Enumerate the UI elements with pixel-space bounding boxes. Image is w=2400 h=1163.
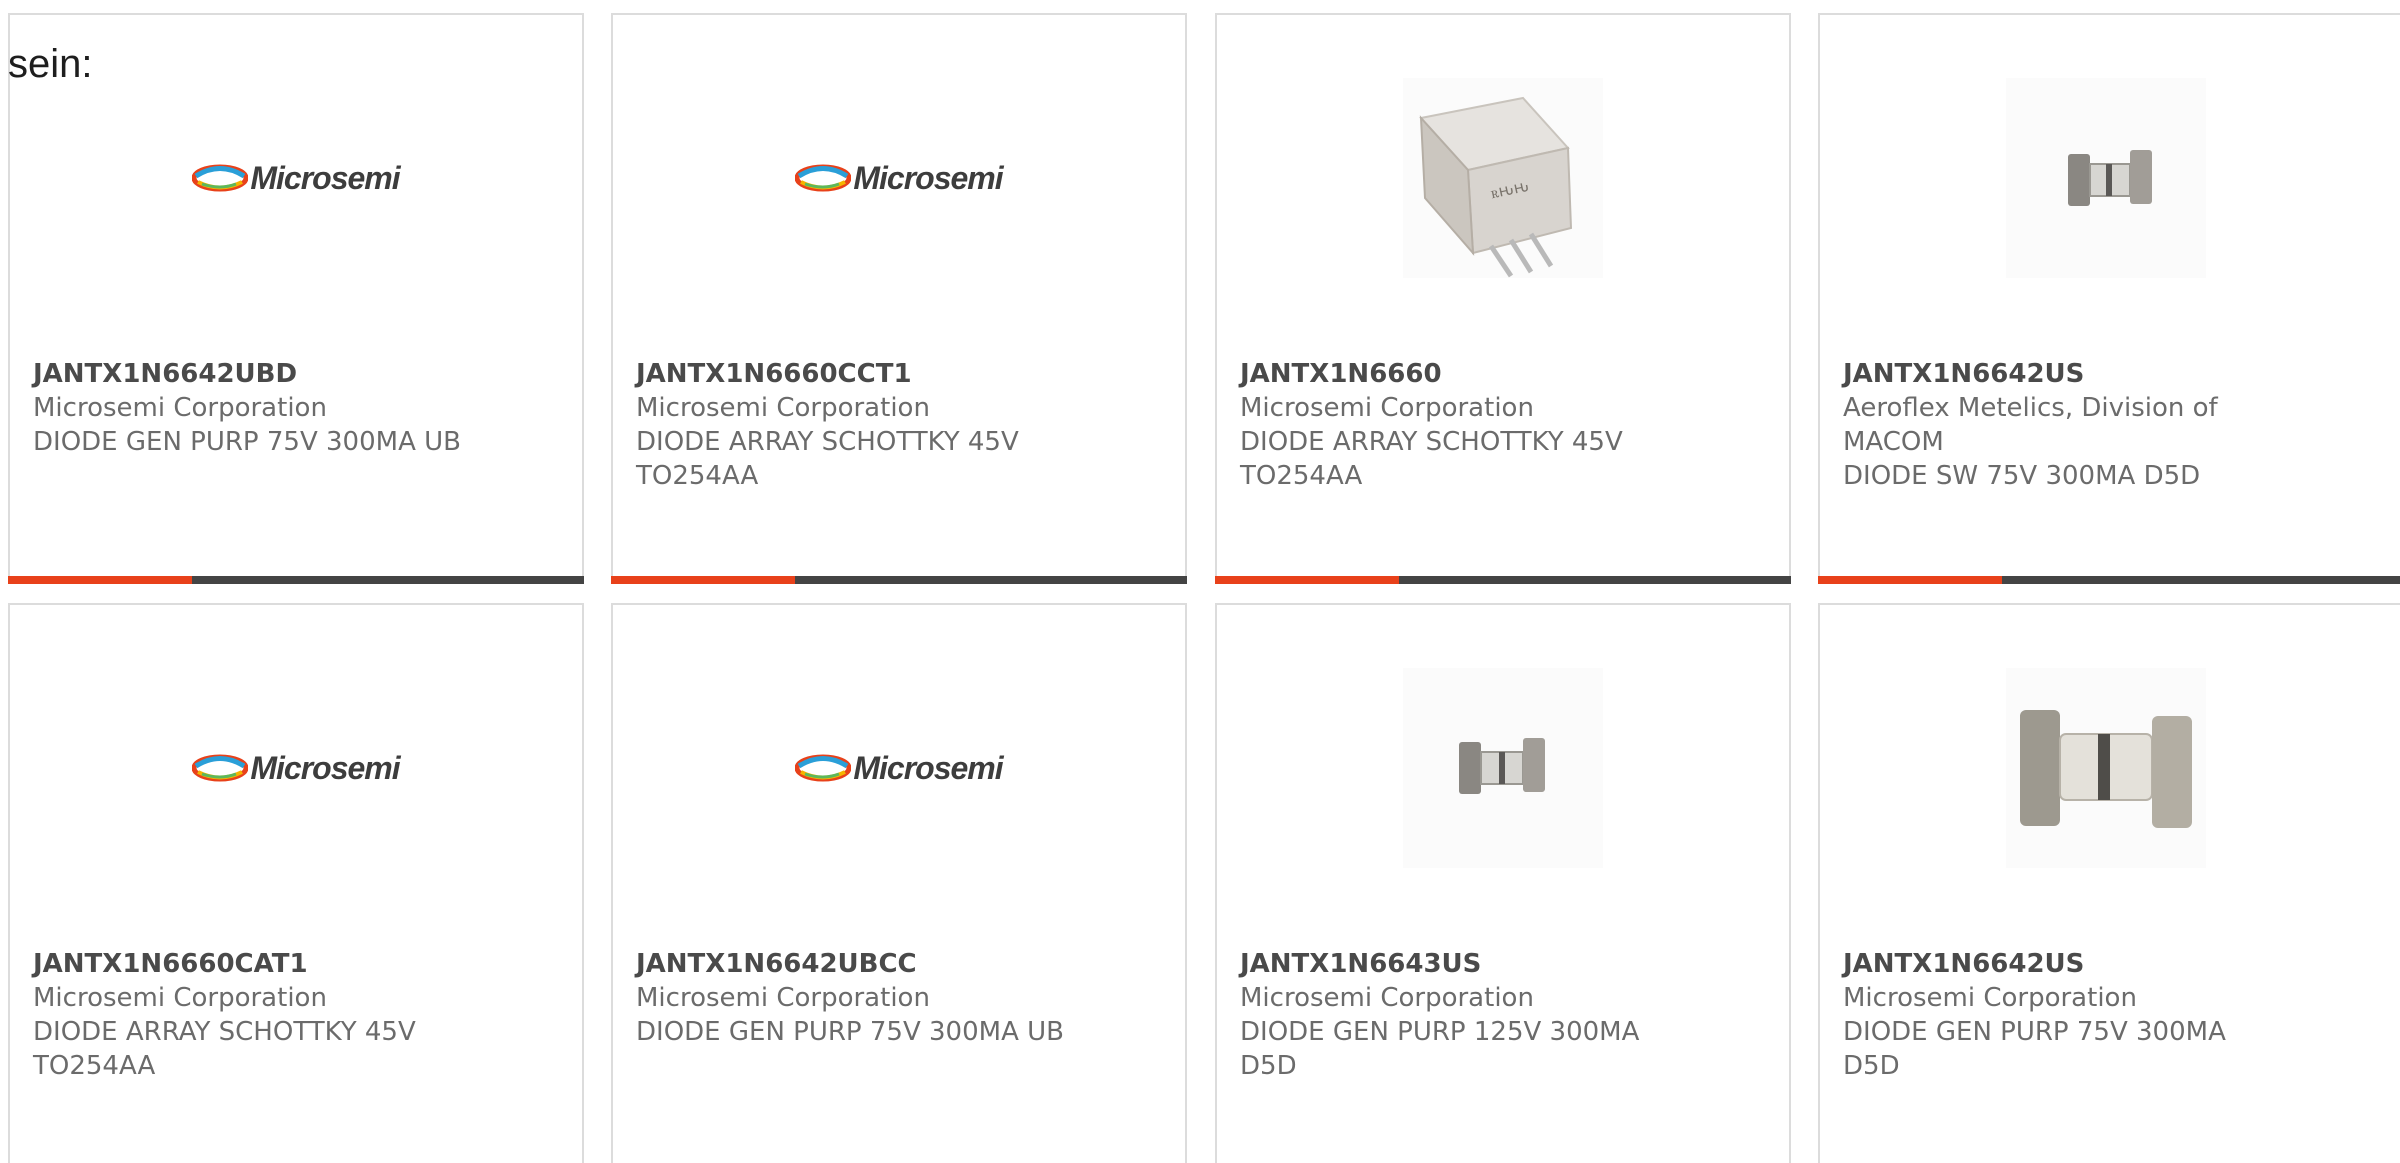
product-card[interactable]: ꭱԋԋ JANTX1N6660 Microsemi Corporation DI… (1215, 13, 1791, 584)
card-accent-bar (1818, 576, 2002, 584)
product-image[interactable]: ꭱԋԋ (1217, 78, 1789, 278)
d5d-diode-icon (1459, 738, 1545, 794)
card-bottom-bar (1818, 576, 2400, 584)
part-number-link[interactable]: JANTX1N6642UBD (33, 357, 562, 391)
product-image[interactable]: Microsemi (10, 78, 582, 278)
product-card[interactable]: JANTX1N6643US Microsemi Corporation DIOD… (1215, 603, 1791, 1163)
description: DIODE ARRAY SCHOTTKY 45V TO254AA (636, 427, 1019, 491)
logo-text: Microsemi (853, 159, 1003, 196)
product-image[interactable] (1217, 668, 1789, 868)
product-image[interactable]: Microsemi (613, 668, 1185, 868)
part-number-link[interactable]: JANTX1N6642US (1843, 357, 2380, 391)
to254-package-photo: ꭱԋԋ (1403, 78, 1603, 278)
product-card[interactable]: Microsemi JANTX1N6642UBCC Microsemi Corp… (611, 603, 1187, 1163)
microsemi-logo: Microsemi (795, 159, 1004, 197)
to254-package-icon: ꭱԋԋ (1419, 96, 1573, 278)
card-accent-bar (1215, 576, 1399, 584)
card-accent-bar (8, 576, 192, 584)
product-image[interactable] (1820, 668, 2392, 868)
manufacturer: Microsemi Corporation (636, 983, 930, 1013)
manufacturer: Microsemi Corporation (33, 393, 327, 423)
microsemi-logo: Microsemi (192, 159, 401, 197)
product-image[interactable]: Microsemi (613, 78, 1185, 278)
d5d-diode-icon (2068, 150, 2152, 206)
intro-text: sein: (8, 42, 93, 86)
product-card[interactable]: JANTX1N6642US Microsemi Corporation DIOD… (1818, 603, 2400, 1163)
logo-text: Microsemi (250, 749, 400, 786)
manufacturer: Microsemi Corporation (1240, 393, 1534, 423)
card-bottom-bar (1215, 576, 1791, 584)
part-number-link[interactable]: JANTX1N6660CCT1 (636, 357, 1165, 391)
d5d-diode-large-icon (2020, 710, 2192, 828)
d5d-diode-photo (1403, 668, 1603, 868)
product-card[interactable]: Microsemi JANTX1N6660CAT1 Microsemi Corp… (8, 603, 584, 1163)
description: DIODE GEN PURP 75V 300MA D5D (1843, 1017, 2226, 1081)
product-image[interactable]: Microsemi (10, 668, 582, 868)
d5d-diode-photo (2006, 78, 2206, 278)
logo-text: Microsemi (853, 749, 1003, 786)
card-accent-bar (611, 576, 795, 584)
manufacturer: Microsemi Corporation (33, 983, 327, 1013)
product-card[interactable]: Microsemi JANTX1N6642UBD Microsemi Corpo… (8, 13, 584, 584)
logo-text: Microsemi (250, 159, 400, 196)
microsemi-logo: Microsemi (192, 749, 401, 787)
product-card[interactable]: Microsemi JANTX1N6660CCT1 Microsemi Corp… (611, 13, 1187, 584)
description: DIODE ARRAY SCHOTTKY 45V TO254AA (33, 1017, 416, 1081)
manufacturer: Microsemi Corporation (1843, 983, 2137, 1013)
microsemi-swirl-icon (795, 754, 852, 782)
microsemi-logo: Microsemi (795, 749, 1004, 787)
description: DIODE ARRAY SCHOTTKY 45V TO254AA (1240, 427, 1623, 491)
description: DIODE GEN PURP 125V 300MA D5D (1240, 1017, 1640, 1081)
product-card[interactable]: JANTX1N6642US Aeroflex Metelics, Divisio… (1818, 13, 2400, 584)
description: DIODE GEN PURP 75V 300MA UB (636, 1017, 1064, 1047)
manufacturer: Microsemi Corporation (1240, 983, 1534, 1013)
part-number-link[interactable]: JANTX1N6642US (1843, 947, 2380, 981)
product-image[interactable] (1820, 78, 2392, 278)
description: DIODE GEN PURP 75V 300MA UB (33, 427, 461, 457)
card-bottom-bar (611, 576, 1187, 584)
microsemi-swirl-icon (192, 164, 249, 192)
part-number-link[interactable]: JANTX1N6660CAT1 (33, 947, 562, 981)
manufacturer: Microsemi Corporation (636, 393, 930, 423)
description: DIODE SW 75V 300MA D5D (1843, 461, 2201, 491)
product-grid: Microsemi JANTX1N6642UBD Microsemi Corpo… (0, 0, 2400, 1163)
card-bottom-bar (8, 576, 584, 584)
microsemi-swirl-icon (795, 164, 852, 192)
microsemi-swirl-icon (192, 754, 249, 782)
part-number-link[interactable]: JANTX1N6642UBCC (636, 947, 1165, 981)
part-number-link[interactable]: JANTX1N6643US (1240, 947, 1769, 981)
part-number-link[interactable]: JANTX1N6660 (1240, 357, 1769, 391)
d5d-diode-photo-large (2006, 668, 2206, 868)
manufacturer: Aeroflex Metelics, Division of MACOM (1843, 393, 2218, 457)
